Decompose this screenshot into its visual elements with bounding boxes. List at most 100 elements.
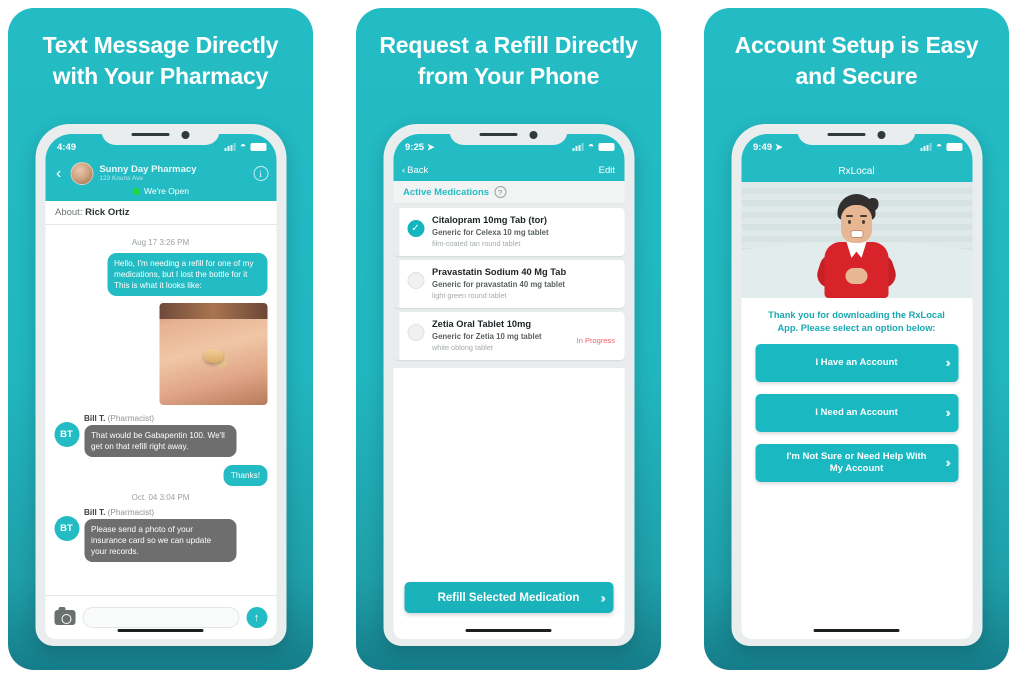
checkbox-icon[interactable] [407,272,424,289]
wifi-icon: ◓ [239,141,246,152]
about-row: About: Rick Ortiz [45,201,276,225]
location-arrow-icon: ➤ [427,141,435,152]
phone-screen-medications: 9:25 ➤ ◓ ‹ Back Edit Active Medications … [393,134,624,639]
pill-photo-attachment[interactable] [159,303,267,405]
signal-icon [224,143,236,151]
medication-row[interactable]: Zetia Oral Tablet 10mg Generic for Zetia… [393,312,624,360]
message-composer: ↑ [45,595,276,639]
headline-line-2: and Secure [795,63,918,89]
screenshot-board: Text Message Directly with Your Pharmacy… [0,0,1027,678]
refill-selected-button[interactable]: Refill Selected Medication ›› [404,582,613,613]
back-label: Back [407,165,429,176]
checkbox-selected-icon[interactable]: ✓ [407,220,424,237]
eyebrow-right [860,215,867,217]
chevron-right-icon: ›› [945,455,950,470]
incoming-message-row-2: BT Bill T. (Pharmacist) Please send a ph… [54,508,267,562]
signal-icon [920,143,932,151]
need-help-button[interactable]: I'm Not Sure or Need Help With My Accoun… [755,444,958,482]
onboarding-intro: Thank you for downloading the RxLocal Ap… [741,298,972,344]
app-title-bar: RxLocal [741,160,972,182]
home-indicator [813,629,900,632]
message-timestamp-2: Oct. 04 3:04 PM [131,493,190,502]
phone-notch [101,124,220,145]
pill-shape [203,349,223,364]
incoming-message: That would be Gabapentin 100. We'll get … [84,425,236,457]
intro-line-2: App. Please select an option below: [777,323,936,333]
pharmacy-address: 123 Kouns Ave [99,175,143,182]
avatar-initials: BT [54,422,79,447]
chevron-right-icon: ›› [945,405,950,420]
home-indicator [117,629,204,632]
hero-illustration [741,182,972,298]
location-arrow-icon: ➤ [775,141,783,152]
chat-message-list[interactable]: Aug 17 3:26 PM Hello, I'm needing a refi… [45,225,276,562]
medication-name: Citalopram 10mg Tab (tor) [432,215,548,225]
headline-line-1: Text Message Directly [42,32,279,58]
edit-button[interactable]: Edit [599,165,615,176]
medication-description: film-coated tan round tablet [432,239,521,248]
message-sender-2: Bill T. (Pharmacist) [84,508,267,517]
front-camera-icon [181,130,190,139]
man-in-red-shirt-illustration [813,194,900,298]
section-title: Active Medications [403,186,490,198]
message-input[interactable] [82,607,239,628]
headline-line-1: Account Setup is Easy [734,32,979,58]
incoming-message-row: BT Bill T. (Pharmacist) That would be Ga… [54,414,267,457]
need-help-label: I'm Not Sure or Need Help With My Accoun… [786,451,927,474]
phone-notch [449,124,568,145]
phone-mockup-3: 9:49 ➤ ◓ RxLocal Thank you for downloadi… [731,124,982,646]
status-dot-icon [132,187,140,195]
section-header: Active Medications ? [393,181,624,204]
refill-button-label: Refill Selected Medication [437,591,580,604]
panel-request-refill: Request a Refill Directly from Your Phon… [356,8,661,670]
panel-2-headline: Request a Refill Directly from Your Phon… [356,8,661,92]
eye-left [848,220,851,224]
need-account-button[interactable]: I Need an Account ›› [755,394,958,432]
medication-row[interactable]: ✓ Citalopram 10mg Tab (tor) Generic for … [393,208,624,256]
home-indicator [465,629,552,632]
need-account-label: I Need an Account [815,407,898,418]
chevron-right-icon: ›› [945,355,950,370]
camera-icon[interactable] [54,607,75,625]
about-label: About: [55,207,83,218]
help-icon[interactable]: ? [494,186,507,198]
front-camera-icon [877,130,886,139]
headline-line-1: Request a Refill Directly [379,32,638,58]
mouth [850,230,863,238]
eye-right [862,220,865,224]
outgoing-message-thanks: Thanks! [223,465,267,486]
info-icon[interactable]: i [253,166,268,181]
back-button[interactable]: ‹ Back [402,165,428,176]
pharmacy-name: Sunny Day Pharmacy [99,164,197,175]
wifi-icon: ◓ [587,141,594,152]
battery-icon [598,143,614,151]
have-account-button[interactable]: I Have an Account ›› [755,344,958,382]
panel-text-message: Text Message Directly with Your Pharmacy… [8,8,313,670]
medication-generic: Generic for pravastatin 40 mg tablet [432,280,566,289]
signal-icon [572,143,584,151]
medication-description: light green round tablet [432,291,507,300]
message-timestamp: Aug 17 3:26 PM [131,238,190,247]
medication-name: Zetia Oral Tablet 10mg [432,319,532,329]
medication-row[interactable]: Pravastatin Sodium 40 Mg Tab Generic for… [393,260,624,308]
open-status-label: We're Open [144,186,189,196]
chevron-right-icon: ›› [600,590,605,605]
speaker-grille [131,133,170,136]
message-sender: Bill T. (Pharmacist) [84,414,267,423]
phone-notch [797,124,916,145]
checkbox-icon[interactable] [407,324,424,341]
intro-line-1: Thank you for downloading the RxLocal [768,310,945,320]
send-button[interactable]: ↑ [246,607,267,628]
phone-mockup-2: 9:25 ➤ ◓ ‹ Back Edit Active Medications … [383,124,634,646]
speaker-grille [827,133,866,136]
panel-account-setup: Account Setup is Easy and Secure 9:49 ➤ … [704,8,1009,670]
incoming-message-2: Please send a photo of your insurance ca… [84,519,236,562]
status-time: 9:49 [753,141,773,153]
medication-name: Pravastatin Sodium 40 Mg Tab [432,267,567,277]
sender-name: Bill T. [84,414,106,423]
open-status: We're Open [53,186,268,196]
chat-header: ‹ Sunny Day Pharmacy 123 Kouns Ave i We'… [45,160,276,201]
sender-role-2: (Pharmacist) [107,508,155,517]
back-icon[interactable]: ‹ [53,165,64,182]
sender-role: (Pharmacist) [107,414,155,423]
